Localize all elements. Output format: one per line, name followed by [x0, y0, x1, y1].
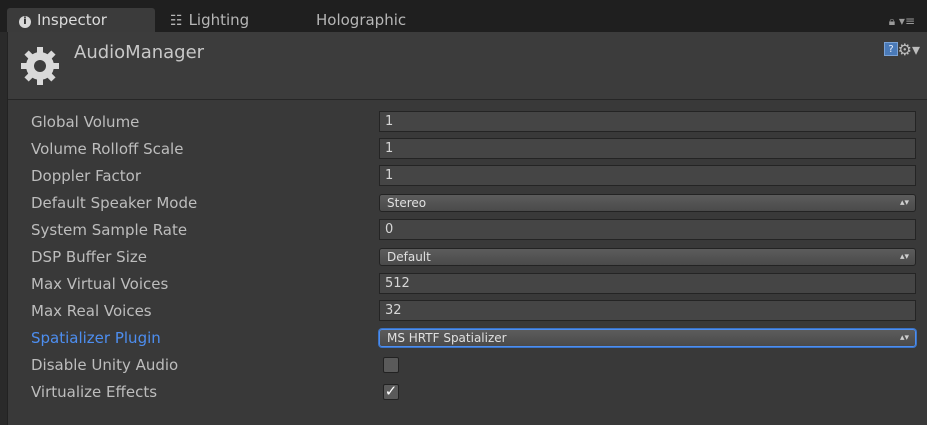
max-virtual-voices-input[interactable]: 512 [379, 273, 916, 294]
field-label: Global Volume [31, 113, 140, 131]
doppler-factor-input[interactable]: 1 [379, 165, 916, 186]
dropdown-arrow-icon: ▴▾ [899, 333, 909, 343]
field-row-disable-unity-audio: Disable Unity Audio [8, 352, 927, 378]
field-row-virtualize-effects: Virtualize Effects ✓ [8, 379, 927, 405]
dropdown-value: MS HRTF Spatializer [387, 331, 507, 345]
field-label: Volume Rolloff Scale [31, 140, 184, 158]
system-sample-rate-input[interactable]: 0 [379, 219, 916, 240]
lock-icon[interactable]: 🔒︎ [889, 14, 895, 28]
tab-inspector-label: Inspector [37, 11, 107, 29]
field-label: Default Speaker Mode [31, 194, 198, 212]
max-real-voices-input[interactable]: 32 [379, 300, 916, 321]
field-label: Virtualize Effects [31, 383, 158, 401]
tab-bar: i Inspector ☷ Lighting Holographic 🔒︎ ▾≡ [0, 0, 927, 32]
tab-lighting-label: Lighting [188, 11, 250, 29]
tab-menu-icon[interactable]: ▾≡ [899, 14, 915, 28]
field-row-max-virtual-voices: Max Virtual Voices 512 [8, 271, 927, 297]
field-label: Doppler Factor [31, 167, 142, 185]
dropdown-value: Default [387, 250, 431, 264]
dsp-buffer-size-dropdown[interactable]: Default ▴▾ [379, 248, 916, 266]
field-label: Max Real Voices [31, 302, 152, 320]
tab-lighting[interactable]: ☷ Lighting [170, 8, 249, 32]
spatializer-plugin-dropdown[interactable]: MS HRTF Spatializer ▴▾ [379, 329, 916, 347]
checkmark-icon: ✓ [384, 382, 398, 400]
field-row-spatializer-plugin: Spatializer Plugin MS HRTF Spatializer ▴… [8, 325, 927, 351]
field-label: Max Virtual Voices [31, 275, 169, 293]
field-row-global-volume: Global Volume 1 [8, 109, 927, 135]
field-row-volume-rolloff-scale: Volume Rolloff Scale 1 [8, 136, 927, 162]
component-title: AudioManager [74, 42, 205, 63]
global-volume-input[interactable]: 1 [379, 111, 916, 132]
tab-inspector[interactable]: i Inspector [7, 8, 155, 32]
field-row-doppler-factor: Doppler Factor 1 [8, 163, 927, 189]
field-row-default-speaker-mode: Default Speaker Mode Stereo ▴▾ [8, 190, 927, 216]
tab-tools: 🔒︎ ▾≡ [889, 14, 915, 29]
field-label: System Sample Rate [31, 221, 188, 239]
tab-holographic[interactable]: Holographic [316, 8, 406, 32]
field-row-system-sample-rate: System Sample Rate 0 [8, 217, 927, 243]
volume-rolloff-scale-input[interactable]: 1 [379, 138, 916, 159]
gear-icon [18, 44, 62, 88]
virtualize-effects-checkbox[interactable]: ✓ [383, 384, 399, 400]
field-label: Spatializer Plugin [31, 329, 161, 347]
field-row-dsp-buffer-size: DSP Buffer Size Default ▴▾ [8, 244, 927, 270]
field-row-max-real-voices: Max Real Voices 32 [8, 298, 927, 324]
info-icon: i [19, 16, 31, 28]
settings-icon[interactable]: ⚙▾ [898, 40, 920, 59]
inspector-panel: AudioManager ? ⚙▾ Global Volume 1 Volume… [7, 32, 927, 425]
dropdown-value: Stereo [387, 196, 427, 210]
field-label: DSP Buffer Size [31, 248, 147, 266]
component-header: AudioManager ? ⚙▾ [8, 32, 927, 100]
lighting-icon: ☷ [170, 13, 183, 29]
disable-unity-audio-checkbox[interactable] [383, 357, 399, 373]
field-label: Disable Unity Audio [31, 356, 179, 374]
default-speaker-mode-dropdown[interactable]: Stereo ▴▾ [379, 194, 916, 212]
dropdown-arrow-icon: ▴▾ [899, 198, 909, 208]
dropdown-arrow-icon: ▴▾ [899, 252, 909, 262]
tab-holographic-label: Holographic [316, 11, 407, 29]
help-icon[interactable]: ? [884, 42, 898, 56]
